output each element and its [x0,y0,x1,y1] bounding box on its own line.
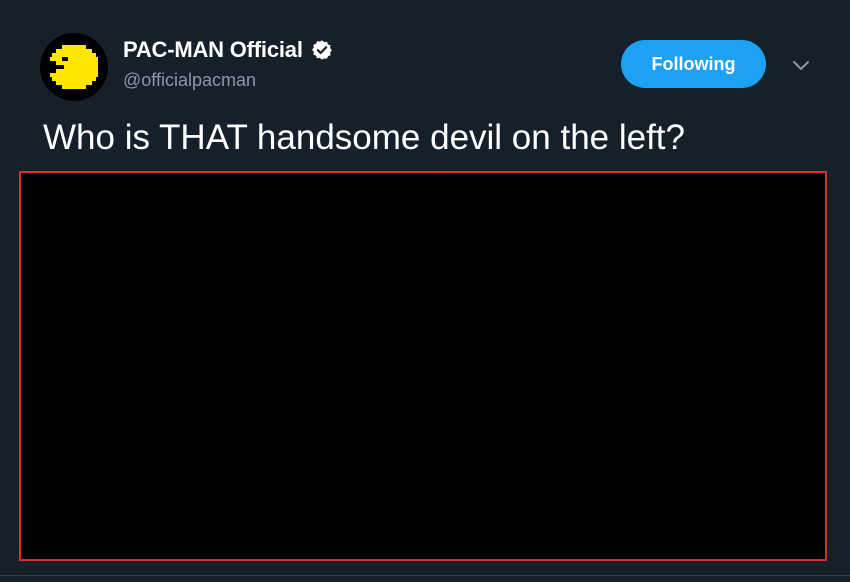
chevron-down-icon[interactable] [789,57,813,75]
divider [0,575,850,576]
pacman-icon [50,45,98,89]
tweet-card: PAC-MAN Official @officialpacman Followi… [0,0,850,582]
author-display-name[interactable]: PAC-MAN Official [123,37,303,63]
tweet-media[interactable] [19,171,827,561]
tweet-text: Who is THAT handsome devil on the left? [43,118,685,157]
verified-badge-icon [311,39,333,61]
author-handle[interactable]: @officialpacman [123,70,256,91]
following-button[interactable]: Following [621,40,766,88]
author-name-row: PAC-MAN Official [123,36,333,64]
avatar[interactable] [40,33,108,101]
